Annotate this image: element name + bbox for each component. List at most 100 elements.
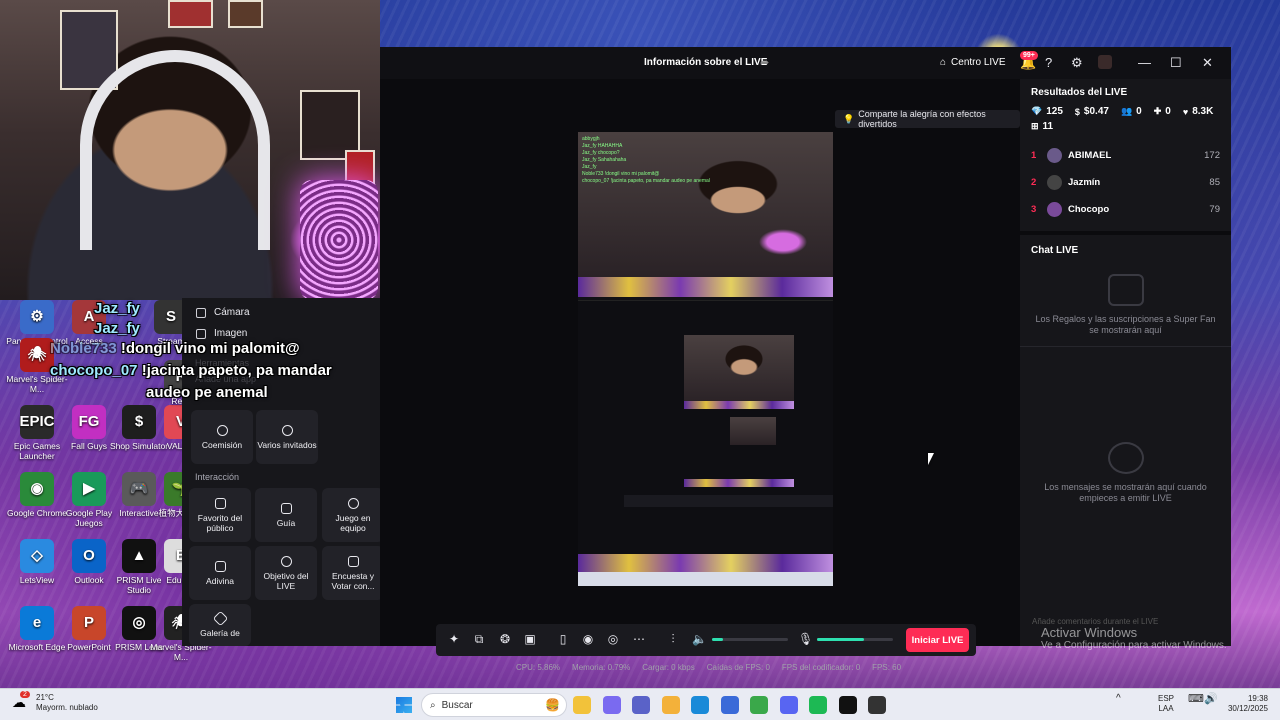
- teams-icon[interactable]: [632, 696, 650, 714]
- store-icon[interactable]: [720, 696, 739, 714]
- team-icon: [347, 497, 359, 509]
- record-icon[interactable]: ◉: [581, 632, 595, 646]
- volume-icon[interactable]: 🔊: [1204, 694, 1218, 705]
- stat-item: FPS del codificador: 0: [781, 663, 861, 672]
- gifter-ranking[interactable]: 1 ABIMAEL 172 2 Jazmín 85 3 Chocopo 79: [1020, 142, 1231, 223]
- network-icon[interactable]: ⌨: [1188, 694, 1204, 705]
- metric-value: 8.3K: [1192, 106, 1214, 117]
- metric: ⊞ 11: [1031, 121, 1053, 132]
- messages-note: Los mensajes se mostrarán aquí cuando em…: [1044, 482, 1207, 503]
- metric: ♥ 8.3K: [1183, 106, 1213, 117]
- rank-score: 79: [1209, 204, 1220, 215]
- stat-item: Memoria: 0.79%: [572, 663, 631, 672]
- desktop-icon-label: Marvel's Spider-M...: [6, 374, 68, 394]
- centro-live-button[interactable]: ⌂ Centro LIVE: [940, 57, 1006, 68]
- ranking-row[interactable]: 1 ABIMAEL 172: [1020, 142, 1231, 169]
- interaction-encuesta[interactable]: Encuesta y Votar con...: [322, 546, 384, 600]
- interaction-objetivo[interactable]: Objetivo del LIVE: [255, 546, 317, 600]
- headphones: [80, 50, 270, 250]
- edge-icon[interactable]: [691, 696, 709, 714]
- magic-wand-icon[interactable]: ✦: [447, 632, 461, 646]
- layers-icon[interactable]: ⧉: [472, 632, 486, 646]
- windows-start-icon[interactable]: [396, 697, 412, 713]
- app-icon: ◉: [20, 472, 54, 506]
- spotify-icon[interactable]: [809, 696, 827, 714]
- ranking-row[interactable]: 3 Chocopo 79: [1020, 196, 1231, 223]
- obs-icon[interactable]: [868, 696, 886, 714]
- rank-position: 2: [1031, 177, 1037, 188]
- window-title[interactable]: Información sobre el LIVE: [644, 57, 767, 68]
- right-panel: Resultados del LIVE 💎 125 $ $0.47 👥 0 ✚ 0 ♥ 8.3K ⊞…: [1020, 79, 1231, 646]
- weather-widget[interactable]: ☁ 2 21°C Mayorm. nublado: [12, 691, 98, 713]
- file-explorer-icon[interactable]: [573, 696, 591, 714]
- rank-name: ABIMAEL: [1068, 150, 1112, 161]
- diamond-icon: 💎: [1031, 106, 1043, 116]
- taskbar-search[interactable]: ⌕ Buscar 🍔: [421, 693, 567, 717]
- app-icon: 🕷: [20, 338, 54, 372]
- chevron-up-icon[interactable]: ^: [1116, 694, 1121, 704]
- close-icon[interactable]: ✕: [1202, 55, 1213, 71]
- interaction-favorito[interactable]: Favorito del público: [189, 488, 251, 542]
- mixer-icon[interactable]: ⫶: [666, 632, 680, 646]
- interaction-galeria[interactable]: Galería de: [189, 604, 251, 646]
- language-indicator[interactable]: ESP LAA: [1158, 694, 1174, 714]
- chrome-icon[interactable]: [750, 696, 768, 714]
- scene-canvas[interactable]: 💡 Comparte la alegría con efectos divert…: [380, 79, 1020, 672]
- speaker-volume-slider[interactable]: [712, 638, 788, 641]
- book-icon: [280, 502, 292, 514]
- scene-icon[interactable]: ▣: [523, 632, 537, 646]
- ranking-row[interactable]: 2 Jazmín 85: [1020, 169, 1231, 196]
- mouse-cursor: [928, 453, 934, 465]
- source-image[interactable]: Imagen: [182, 323, 390, 344]
- rank-name: Chocopo: [1068, 204, 1110, 215]
- start-live-button[interactable]: Iniciar LIVE: [906, 628, 969, 652]
- notifications-badge: 99+: [1020, 51, 1038, 60]
- tool-varios-invitados[interactable]: Varios invitados: [256, 410, 318, 464]
- discord-icon[interactable]: [779, 696, 798, 714]
- app-icon: FG: [72, 405, 106, 439]
- help-icon[interactable]: ?: [1045, 55, 1052, 70]
- metric: $ $0.47: [1075, 106, 1109, 117]
- metric-value: 11: [1042, 121, 1054, 132]
- share-icon[interactable]: ➦: [760, 56, 769, 69]
- weather-temp: 21°C: [36, 693, 54, 702]
- tiktok-live-icon[interactable]: [838, 696, 857, 714]
- link-icon: [216, 424, 228, 436]
- microphone-icon[interactable]: 🎙: [798, 632, 813, 646]
- live-metrics: 💎 125 $ $0.47 👥 0 ✚ 0 ♥ 8.3K ⊞ 11: [1020, 102, 1231, 136]
- profile-avatar[interactable]: [1098, 55, 1112, 69]
- interaction-juego-equipo[interactable]: Juego en equipo: [322, 488, 384, 542]
- metric-value: 0: [1165, 106, 1171, 117]
- webcam-feed[interactable]: [0, 0, 380, 300]
- speaker-icon[interactable]: 🔈: [692, 632, 707, 646]
- app-icon: A: [72, 300, 106, 334]
- speaker-volume-fill: [712, 638, 724, 641]
- copilot-icon[interactable]: [602, 696, 621, 714]
- tool-coemision[interactable]: Coemisión: [191, 410, 253, 464]
- effects-tip[interactable]: 💡 Comparte la alegría con efectos divert…: [835, 109, 1020, 129]
- metric: 💎 125: [1031, 106, 1063, 117]
- folder-icon[interactable]: [661, 696, 680, 714]
- clock[interactable]: 19:38 30/12/2025: [1218, 694, 1268, 714]
- avatar: [1047, 148, 1062, 163]
- settings-gear-icon[interactable]: ⚙: [1071, 55, 1083, 71]
- stream-preview[interactable]: abbygjh Jaz_fy HAHAHHA Jaz_fy chocopo? Jaz_…: [578, 132, 833, 586]
- desktop-icon[interactable]: 🕷 Marvel's Spider-M...: [6, 338, 68, 394]
- more-icon[interactable]: ⋯: [632, 632, 646, 646]
- rank-score: 172: [1204, 150, 1220, 161]
- effects-icon[interactable]: ❂: [498, 632, 512, 646]
- gifts-note: Los Regalos y las suscripciones a Super …: [1035, 314, 1216, 335]
- mic-volume-slider[interactable]: [817, 638, 893, 641]
- nested-toolbar: [624, 495, 833, 507]
- users-icon: [281, 424, 293, 436]
- interaction-guia[interactable]: Guía: [255, 488, 317, 542]
- interaction-adivina[interactable]: Adivina: [189, 546, 251, 600]
- camera-switch-icon[interactable]: ◎: [606, 632, 620, 646]
- weather-badge: 2: [20, 691, 30, 698]
- app-icon: ▶: [72, 472, 106, 506]
- vertical-icon[interactable]: ▯: [556, 632, 570, 646]
- source-camera[interactable]: Cámara: [182, 302, 390, 323]
- minimize-icon[interactable]: —: [1138, 55, 1151, 70]
- add-app-label: Añade una app: [195, 374, 257, 384]
- maximize-icon[interactable]: ☐: [1170, 55, 1182, 71]
